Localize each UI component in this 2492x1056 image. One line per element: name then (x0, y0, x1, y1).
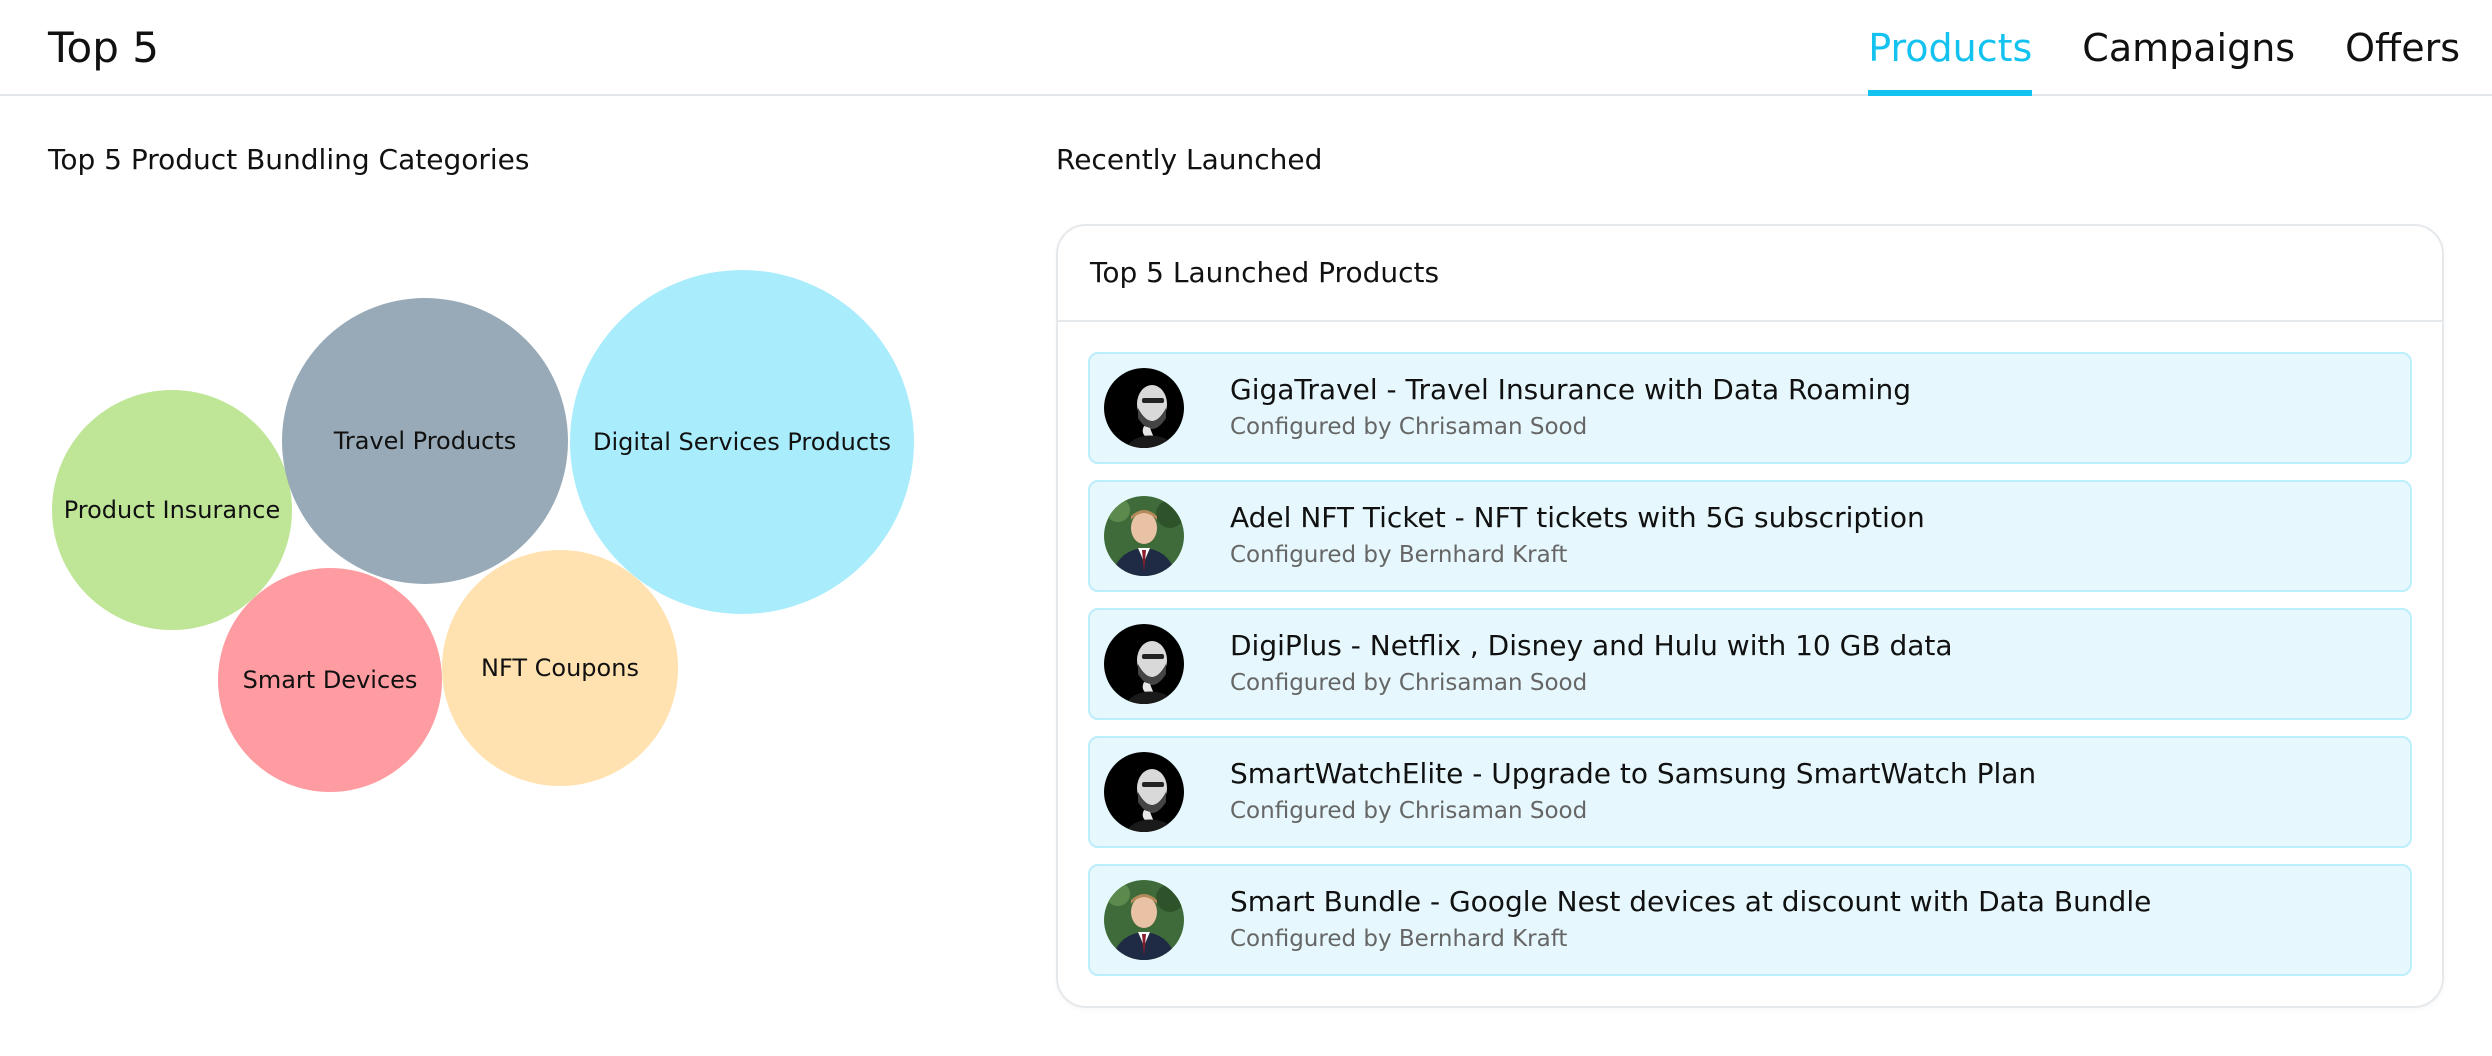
suit-man-avatar (1104, 880, 1184, 960)
recently-launched-heading: Recently Launched (1056, 143, 1323, 176)
product-author: Configured by Bernhard Kraft (1230, 542, 1568, 568)
product-author: Configured by Chrisaman Sood (1230, 414, 1588, 440)
product-name: SmartWatchElite - Upgrade to Samsung Sma… (1230, 757, 2037, 790)
product-name: DigiPlus - Netflix , Disney and Hulu wit… (1230, 629, 1953, 662)
bearded-man-avatar (1104, 624, 1184, 704)
bubble-label: Digital Services Products (593, 428, 891, 456)
card-header: Top 5 Launched Products (1058, 226, 2442, 322)
product-author: Configured by Chrisaman Sood (1230, 798, 1588, 824)
product-list-item[interactable]: SmartWatchElite - Upgrade to Samsung Sma… (1088, 736, 2412, 848)
bubble-smart-devices[interactable]: Smart Devices (218, 568, 442, 792)
bubble-label: Travel Products (333, 427, 517, 455)
product-name: GigaTravel - Travel Insurance with Data … (1230, 373, 1912, 406)
bubble-label: NFT Coupons (481, 654, 639, 682)
bundling-categories-heading: Top 5 Product Bundling Categories (48, 143, 530, 176)
tab-products[interactable]: Products (1868, 0, 2033, 96)
bearded-man-avatar (1104, 752, 1184, 832)
bubble-digital-services-products[interactable]: Digital Services Products (570, 270, 914, 614)
bubble-label: Product Insurance (63, 496, 281, 524)
product-author: Configured by Bernhard Kraft (1230, 926, 1568, 952)
bubble-label: Smart Devices (242, 666, 418, 694)
bubble-nft-coupons[interactable]: NFT Coupons (442, 550, 678, 786)
product-list-item[interactable]: Adel NFT Ticket - NFT tickets with 5G su… (1088, 480, 2412, 592)
tab-bar: Products Campaigns Offers (1868, 0, 2460, 96)
product-list-item[interactable]: Smart Bundle - Google Nest devices at di… (1088, 864, 2412, 976)
bubble-travel-products[interactable]: Travel Products (282, 298, 568, 584)
tab-campaigns[interactable]: Campaigns (2082, 0, 2295, 96)
card-title: Top 5 Launched Products (1090, 256, 1440, 289)
product-list: GigaTravel - Travel Insurance with Data … (1058, 322, 2442, 976)
product-author: Configured by Chrisaman Sood (1230, 670, 1588, 696)
page-title: Top 5 (48, 23, 159, 72)
product-list-item[interactable]: GigaTravel - Travel Insurance with Data … (1088, 352, 2412, 464)
product-name: Adel NFT Ticket - NFT tickets with 5G su… (1230, 501, 1925, 534)
launched-products-card: Top 5 Launched Products GigaTravel - Tra… (1056, 224, 2444, 1008)
top-header: Top 5 Products Campaigns Offers (0, 0, 2492, 96)
product-list-item[interactable]: DigiPlus - Netflix , Disney and Hulu wit… (1088, 608, 2412, 720)
product-name: Smart Bundle - Google Nest devices at di… (1230, 885, 2152, 918)
bubble-product-insurance[interactable]: Product Insurance (52, 390, 292, 630)
suit-man-avatar (1104, 496, 1184, 576)
tab-offers[interactable]: Offers (2345, 0, 2460, 96)
bundling-bubble-chart: Product Insurance Travel Products Digita… (0, 190, 960, 830)
bearded-man-avatar (1104, 368, 1184, 448)
